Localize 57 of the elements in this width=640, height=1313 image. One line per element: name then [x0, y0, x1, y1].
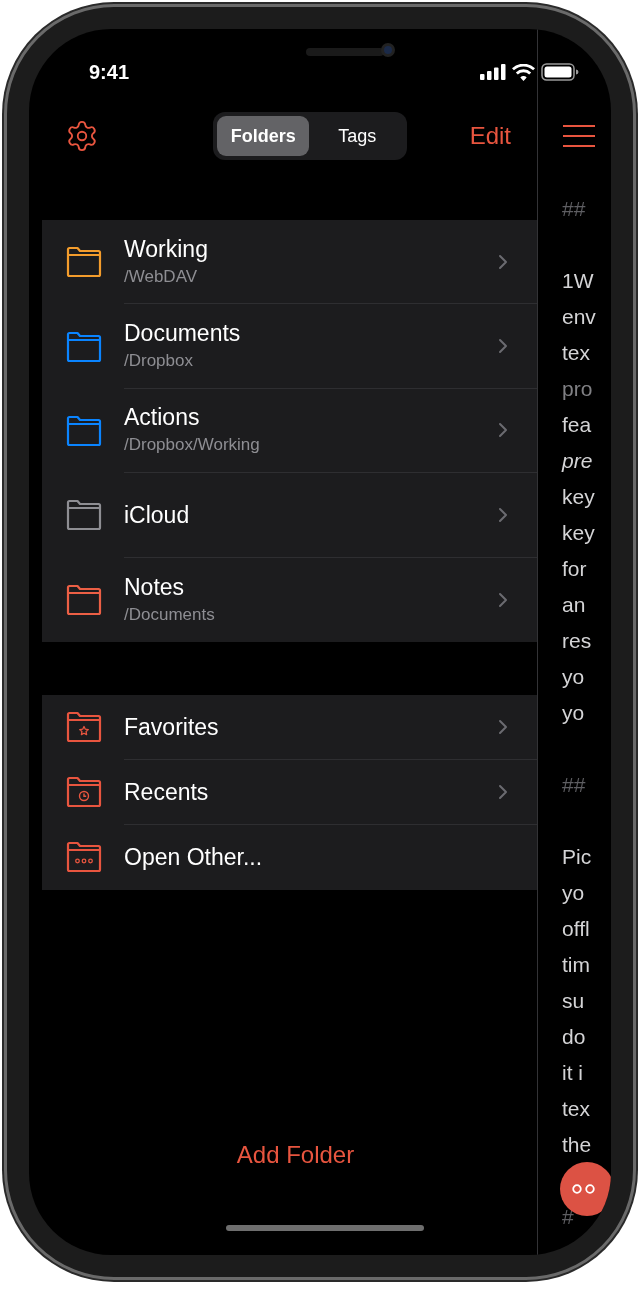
editor-line: yo — [562, 664, 586, 690]
folder-name[interactable]: Notes — [124, 571, 491, 602]
folder-icon — [66, 499, 102, 532]
more-icon — [572, 1184, 596, 1194]
folder-icon — [66, 776, 102, 809]
markdown-heading: ## — [562, 196, 587, 222]
editor-line: yo — [562, 880, 586, 906]
folder-name[interactable]: iCloud — [124, 499, 491, 530]
editor-line: pro — [562, 376, 594, 402]
shortcut-label[interactable]: Open Other... — [124, 840, 537, 875]
signal-icon — [480, 64, 506, 80]
editor-line: the — [562, 1132, 593, 1158]
editor-line: an — [562, 592, 587, 618]
folder-name[interactable]: Working — [124, 233, 491, 264]
editor-line: tex — [562, 1096, 591, 1122]
folder-icon — [66, 330, 102, 363]
editor-line: yo — [562, 700, 586, 726]
status-time: 9:41 — [89, 60, 131, 85]
shortcut-label[interactable]: Favorites — [124, 709, 491, 745]
markdown-heading: ## — [562, 772, 587, 798]
editor-line: res — [562, 628, 593, 654]
wifi-icon — [512, 63, 535, 81]
editor-line: pre — [562, 448, 594, 474]
editor-line: fea — [562, 412, 593, 438]
edit-button[interactable]: Edit — [469, 118, 511, 154]
editor-line: key — [562, 520, 596, 546]
editor-line: 1W — [562, 268, 595, 294]
settings-icon[interactable] — [65, 119, 99, 153]
segment-tab[interactable]: Tags — [311, 116, 404, 156]
editor-line: it i — [562, 1060, 584, 1086]
camera — [381, 43, 395, 57]
folder-icon — [66, 711, 102, 744]
battery-icon — [541, 63, 579, 81]
editor-line: env — [562, 304, 597, 330]
folder-name[interactable]: Actions — [124, 402, 491, 433]
segment-tab[interactable]: Folders — [217, 116, 310, 156]
markdown-heading: # — [562, 1204, 575, 1230]
add-folder-button[interactable]: Add Folder — [236, 1137, 355, 1173]
folder-name[interactable]: Documents — [124, 318, 491, 349]
folder-path: /Dropbox/Working — [124, 434, 261, 457]
shortcut-label[interactable]: Recents — [124, 774, 491, 810]
editor-line: offl — [562, 916, 591, 942]
editor-line: for — [562, 556, 588, 582]
folder-path: /WebDAV — [124, 265, 199, 288]
folder-path: /Documents — [124, 603, 216, 626]
editor-line: su — [562, 988, 586, 1014]
editor-line: tex — [562, 340, 591, 366]
folder-icon — [66, 246, 102, 279]
folder-path: /Dropbox — [124, 350, 194, 373]
folder-icon — [66, 841, 102, 874]
folder-icon — [66, 414, 102, 447]
menu-icon[interactable] — [562, 125, 596, 147]
editor-line: key — [562, 484, 596, 510]
folder-icon — [66, 583, 102, 616]
editor-line: do — [562, 1024, 587, 1050]
editor-line: tim — [562, 952, 591, 978]
editor-line: Pic — [562, 844, 593, 870]
